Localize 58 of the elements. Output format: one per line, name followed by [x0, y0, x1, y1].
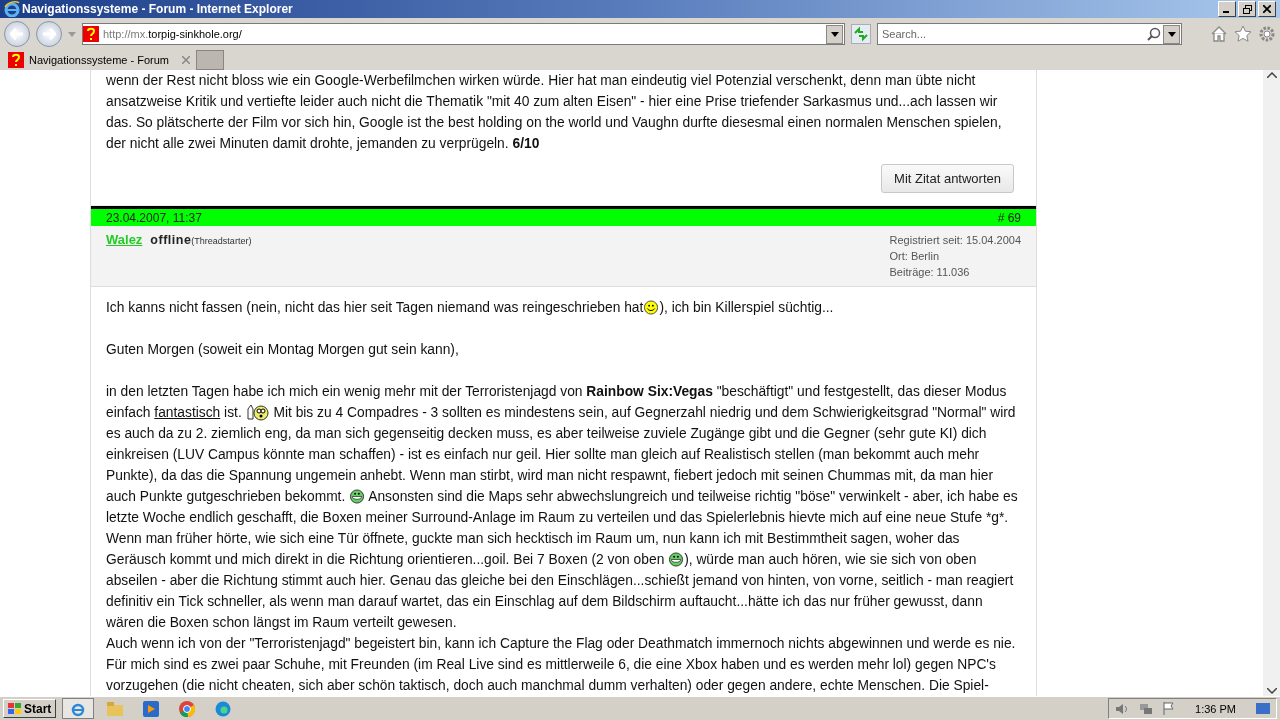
- start-button[interactable]: Start: [3, 699, 57, 718]
- search-field[interactable]: Search...: [877, 23, 1182, 45]
- back-button[interactable]: [4, 21, 30, 47]
- speaker-icon[interactable]: [1115, 702, 1130, 715]
- smiley-icon: [643, 300, 660, 315]
- text-link[interactable]: fantastisch: [154, 405, 221, 420]
- scroll-up-icon[interactable]: [1266, 72, 1277, 78]
- scroll-down-icon[interactable]: [1266, 688, 1277, 694]
- dropdown-button[interactable]: [826, 24, 843, 44]
- url-domain: torpig-sinkhole.org/: [148, 28, 242, 40]
- caret-icon[interactable]: [68, 31, 76, 37]
- broken-page-icon: [8, 52, 24, 68]
- star-icon[interactable]: [1234, 25, 1252, 43]
- flag-icon[interactable]: [1163, 702, 1176, 715]
- post-paragraph: Auch wenn ich von der "Terroristenjagd" begeistert bin, kann ich Capture the Flag oder Deathmatch immernoch nichts abgewinnen und werde es nie. Für mich sind es zwei paar Schuhe, mit Freunden (im Real Live sind es mittlerweile 6, die eine Xbox haben und es werden mehr lol) gegen NPC's vorzugehen (die nicht cheaten, sich aber schön taktisch, doch auch manchmal dumm verhalten) oder gegen andere, echte Menschen. Die Spiel-: [106, 635, 1017, 695]
- restore-icon: [1242, 4, 1252, 14]
- search-icon[interactable]: [1147, 27, 1161, 41]
- address-field[interactable]: http://mx.torpig-sinkhole.org/: [82, 23, 845, 45]
- forward-arrow-icon: [42, 28, 56, 40]
- url-prefix: http://mx.: [103, 28, 149, 40]
- grinning-smiley-icon: [349, 489, 366, 504]
- new-tab-button[interactable]: [196, 50, 224, 70]
- window-title: Navigationssysteme - Forum - Internet Explorer: [22, 2, 294, 16]
- forward-button[interactable]: [36, 21, 62, 47]
- refresh-icon[interactable]: [851, 24, 871, 44]
- user-meta: Ort: Berlin: [889, 249, 941, 264]
- back-arrow-icon: [10, 28, 24, 40]
- close-button[interactable]: [1258, 1, 1276, 17]
- network-icon[interactable]: [1139, 702, 1154, 715]
- browser-logo-icon: [4, 1, 20, 17]
- user-role: (Threadstarter): [191, 236, 252, 246]
- windows-logo-icon: [8, 702, 22, 715]
- post-date: 23.04.2007, 11:37: [106, 210, 202, 225]
- grinning-smiley-icon: [668, 552, 685, 567]
- post-paragraph: Guten Morgen (soweit ein Montag Morgen gut sein kann),: [106, 341, 460, 359]
- smiley-with-hand-icon: [245, 403, 270, 421]
- caret-icon: [830, 31, 839, 37]
- quote-reply-button[interactable]: Mit Zitat antworten: [881, 164, 1014, 193]
- user-meta: Beiträge: 11.036: [889, 265, 971, 280]
- browser-taskbar-icon[interactable]: [62, 698, 95, 719]
- online-status: offline: [150, 233, 192, 247]
- dropdown-button[interactable]: [1163, 24, 1180, 44]
- post-paragraph: Ich kanns nicht fassen (nein, nicht das hier seit Tagen niemand was reingeschrieben hat ), ich bin Killerspiel süchtig...: [106, 299, 835, 317]
- close-icon[interactable]: [182, 56, 190, 64]
- user-meta: Registriert seit: 15.04.2004: [889, 233, 1021, 248]
- scrollbar[interactable]: [1263, 70, 1280, 696]
- minimize-button[interactable]: [1218, 1, 1236, 17]
- post-paragraph: wenn der Rest nicht bloss wie ein Google-Werbefilmchen wirken würde. Hier hat man eindeutig viel Potenzial verschenkt, denn man übte nicht ansatzweise Kritik und vertiefte leider auch nicht die Thematik "mit 40 zum alten Eisen" - hier eine Prise triefender Sarkasmus und...ach lassen wir das. So plätscherte der Film vor sich hin, Google ist the best holding on the world und Vaughn durfte diesesmal einen normalen Menschen spielen, der nicht alle zwei Minuten damit drohte, jemanden zu verprügeln. 6/10: [106, 72, 1003, 153]
- search-input[interactable]: Search...: [878, 28, 1145, 40]
- settings-icon[interactable]: [1258, 25, 1276, 43]
- post-paragraph: in den letzten Tagen habe ich mich ein wenig mehr mit der Terroristenjagd von Rainbow Six:Vegas "beschäftigt" und festgestellt, das dieser Modus einfach fantastisch ist. Mit bis zu 4 Compadres - 3 sollten es mindestens sein, auf Gegnerzahl niedrig und dem Schwierigkeitsgrad "Normal" wird es auch da zu 2. ziemlich eng, da man sich gegenseitig decken muss, es aber teilweise zuviele Zugänge gibt und die Gegner (sehr gute KI) dich einkreisen (LUV Campus könnte man schaffen) - ist es einfach nur geil. Hier sollte man gleich auf Realistisch stellen (man bekommt auch mehr Punkte), da das die Spannung ungemein anhebt. Wenn man stirbt, wird man nicht respawnt, fiebert jedoch mit seinen Chummas mit, da man hier auch Punkte gutgeschrieben bekommt. Ansonsten sind die Maps sehr abwechslungreich und teilweise richtig "böse" verwinkelt - aber, ich habe es letzte Woche endlich geschafft, die Boxen meiner Surround-Anlage im Raum zu verteilen und das Spielerlebnis hievte mich auf eine neue Stufe *g*. Wenn man früher hörte, wie sich eine Tür öffnete, guckte man sich hecktisch im Raum um, nun kann ich mit Bestimmtheit sagen, woher das Geräusch kommt und mich direkt in die Richtung orientieren...goil. Bei 7 Boxen (2 von oben ), würde man auch hören, wie sie sich von oben abseilen - aber die Richtung stimmt auch hier. Genau das gleiche bei den Einschlägen...schießt jemand von hinten, von vorne, seitlich - man reagiert definitiv ein Tick schneller, als wenn man darauf wartet, das ein Einschlag auf dem Bildschirm auftaucht...hätte ich das nur früher gewusst, dann wären die Boxen schon längst im Raum verteilt gewesen.: [106, 383, 1019, 632]
- broken-page-icon: [83, 26, 99, 42]
- home-icon[interactable]: [1210, 25, 1228, 43]
- clock: 1:36 PM: [1195, 702, 1236, 715]
- restore-button[interactable]: [1238, 1, 1256, 17]
- post-number: # 69: [997, 210, 1021, 225]
- close-icon: [1263, 5, 1271, 13]
- caret-icon: [1167, 31, 1176, 37]
